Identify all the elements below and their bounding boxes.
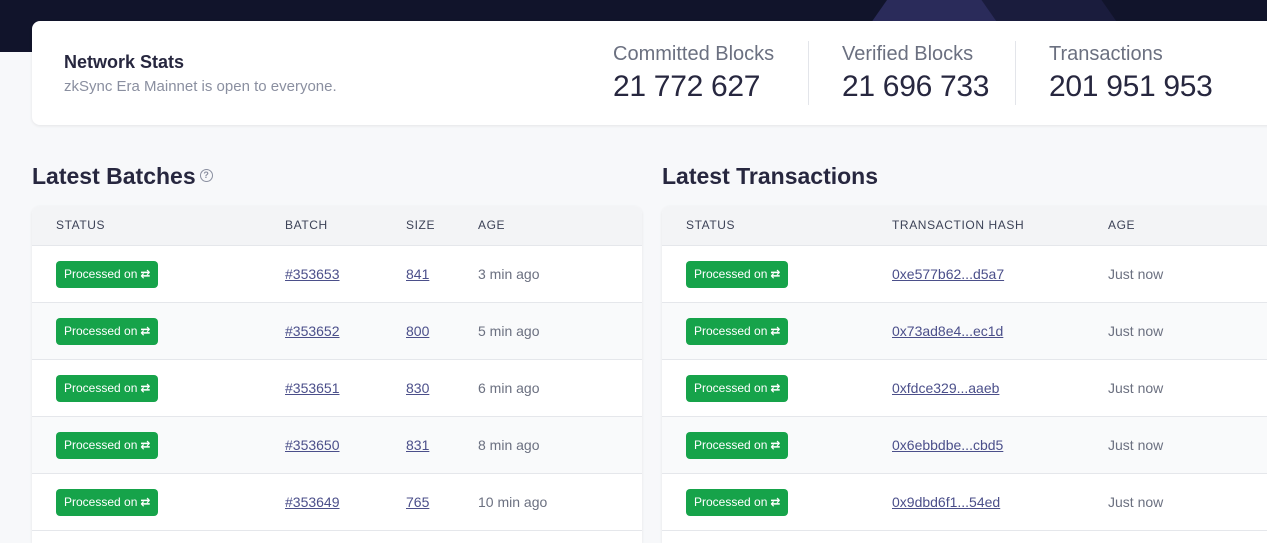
arrows-icon: ⇄ bbox=[140, 381, 151, 395]
arrows-icon: ⇄ bbox=[140, 438, 151, 452]
arrows-icon: ⇄ bbox=[770, 381, 781, 395]
size-link[interactable]: 841 bbox=[406, 266, 429, 282]
status-badge[interactable]: Processed on ⇄ bbox=[686, 318, 789, 345]
verified-blocks-value: 21 696 733 bbox=[842, 70, 990, 103]
status-badge[interactable]: Processed on ⇄ bbox=[686, 261, 789, 288]
age-text: 3 min ago bbox=[478, 266, 540, 282]
status-badge[interactable]: Processed on ⇄ bbox=[56, 432, 159, 459]
batch-link[interactable]: #353649 bbox=[285, 494, 340, 510]
age-text: Just now bbox=[1108, 380, 1164, 396]
committed-blocks-stat: Committed Blocks 21 772 627 bbox=[613, 43, 774, 104]
column-header-age: AGE bbox=[478, 218, 506, 232]
age-text: 6 min ago bbox=[478, 380, 540, 396]
age-text: 8 min ago bbox=[478, 437, 540, 453]
transactions-value: 201 951 953 bbox=[1049, 70, 1213, 103]
network-stats-subtitle: zkSync Era Mainnet is open to everyone. bbox=[64, 78, 337, 95]
status-badge[interactable]: Processed on ⇄ bbox=[56, 318, 159, 345]
transactions-label: Transactions bbox=[1049, 43, 1163, 65]
transaction-hash-link[interactable]: 0xe577b62...d5a7 bbox=[892, 266, 1004, 282]
transaction-hash-link[interactable]: 0xfdce329...aaeb bbox=[892, 380, 999, 396]
committed-blocks-value: 21 772 627 bbox=[613, 70, 761, 103]
batches-table: STATUS BATCH SIZE AGE Processed on ⇄ #353… bbox=[32, 206, 642, 543]
table-row: Processed on ⇄ #353650 831 8 min ago bbox=[32, 417, 642, 474]
table-row: Processed on ⇄ #353651 830 6 min ago bbox=[32, 360, 642, 417]
status-badge[interactable]: Processed on ⇄ bbox=[686, 489, 789, 516]
status-badge[interactable]: Processed on ⇄ bbox=[56, 261, 159, 288]
size-link[interactable]: 830 bbox=[406, 380, 429, 396]
table-row: Processed on ⇄ 0xe577b62...d5a7 Just now bbox=[662, 246, 1267, 303]
committed-blocks-label: Committed Blocks bbox=[613, 43, 775, 65]
column-header-age: AGE bbox=[1108, 218, 1136, 232]
table-row: Processed on ⇄ 0x73ad8e4...ec1d Just now bbox=[662, 303, 1267, 360]
transaction-hash-link[interactable]: 0x73ad8e4...ec1d bbox=[892, 323, 1003, 339]
status-badge[interactable]: Processed on ⇄ bbox=[686, 432, 789, 459]
size-link[interactable]: 831 bbox=[406, 437, 429, 453]
batch-link[interactable]: #353650 bbox=[285, 437, 340, 453]
latest-batches-title-text: Latest Batches bbox=[32, 163, 196, 189]
arrows-icon: ⇄ bbox=[140, 495, 151, 509]
arrows-icon: ⇄ bbox=[770, 324, 781, 338]
transaction-hash-link[interactable]: 0x9dbd6f1...54ed bbox=[892, 494, 1000, 510]
age-text: 5 min ago bbox=[478, 323, 540, 339]
latest-batches-title: Latest Batches? bbox=[32, 163, 213, 190]
age-text: Just now bbox=[1108, 323, 1164, 339]
size-link[interactable]: 765 bbox=[406, 494, 429, 510]
age-text: Just now bbox=[1108, 437, 1164, 453]
batch-link[interactable]: #353651 bbox=[285, 380, 340, 396]
help-icon[interactable]: ? bbox=[199, 169, 213, 183]
batch-link[interactable]: #353652 bbox=[285, 323, 340, 339]
arrows-icon: ⇄ bbox=[140, 267, 151, 281]
status-badge[interactable]: Processed on ⇄ bbox=[686, 375, 789, 402]
table-row: Processed on ⇄ #353649 765 10 min ago bbox=[32, 474, 642, 531]
column-header-batch: BATCH bbox=[285, 218, 328, 232]
age-text: Just now bbox=[1108, 494, 1164, 510]
table-row: Processed on ⇄ #353652 800 5 min ago bbox=[32, 303, 642, 360]
age-text: Just now bbox=[1108, 266, 1164, 282]
verified-blocks-label: Verified Blocks bbox=[842, 43, 974, 65]
status-badge[interactable]: Processed on ⇄ bbox=[56, 489, 159, 516]
transaction-hash-link[interactable]: 0x6ebbdbe...cbd5 bbox=[892, 437, 1003, 453]
arrows-icon: ⇄ bbox=[770, 267, 781, 281]
latest-transactions-title: Latest Transactions bbox=[662, 163, 879, 189]
arrows-icon: ⇄ bbox=[770, 495, 781, 509]
transactions-stat: Transactions 201 951 953 bbox=[1049, 43, 1213, 104]
column-header-transaction-hash: TRANSACTION HASH bbox=[892, 218, 1025, 232]
column-header-status: STATUS bbox=[56, 218, 106, 232]
batches-table-header: STATUS BATCH SIZE AGE bbox=[32, 206, 642, 246]
column-header-status: STATUS bbox=[686, 218, 736, 232]
batch-link[interactable]: #353653 bbox=[285, 266, 340, 282]
stat-divider bbox=[1015, 41, 1016, 105]
table-row: Processed on ⇄ 0x9dbd6f1...54ed Just now bbox=[662, 474, 1267, 531]
age-text: 10 min ago bbox=[478, 494, 548, 510]
verified-blocks-stat: Verified Blocks 21 696 733 bbox=[842, 43, 989, 104]
table-row: Processed on ⇄ 0xfdce329...aaeb Just now bbox=[662, 360, 1267, 417]
status-badge[interactable]: Processed on ⇄ bbox=[56, 375, 159, 402]
transactions-table: STATUS TRANSACTION HASH AGE Processed on… bbox=[662, 206, 1267, 543]
stat-divider bbox=[808, 41, 809, 105]
arrows-icon: ⇄ bbox=[140, 324, 151, 338]
column-header-size: SIZE bbox=[406, 218, 436, 232]
network-stats-card: Network Stats zkSync Era Mainnet is open… bbox=[32, 21, 1267, 125]
arrows-icon: ⇄ bbox=[770, 438, 781, 452]
transactions-table-header: STATUS TRANSACTION HASH AGE bbox=[662, 206, 1267, 246]
network-stats-title: Network Stats bbox=[64, 52, 185, 72]
table-row: Processed on ⇄ #353653 841 3 min ago bbox=[32, 246, 642, 303]
size-link[interactable]: 800 bbox=[406, 323, 429, 339]
table-row: Processed on ⇄ 0x6ebbdbe...cbd5 Just now bbox=[662, 417, 1267, 474]
